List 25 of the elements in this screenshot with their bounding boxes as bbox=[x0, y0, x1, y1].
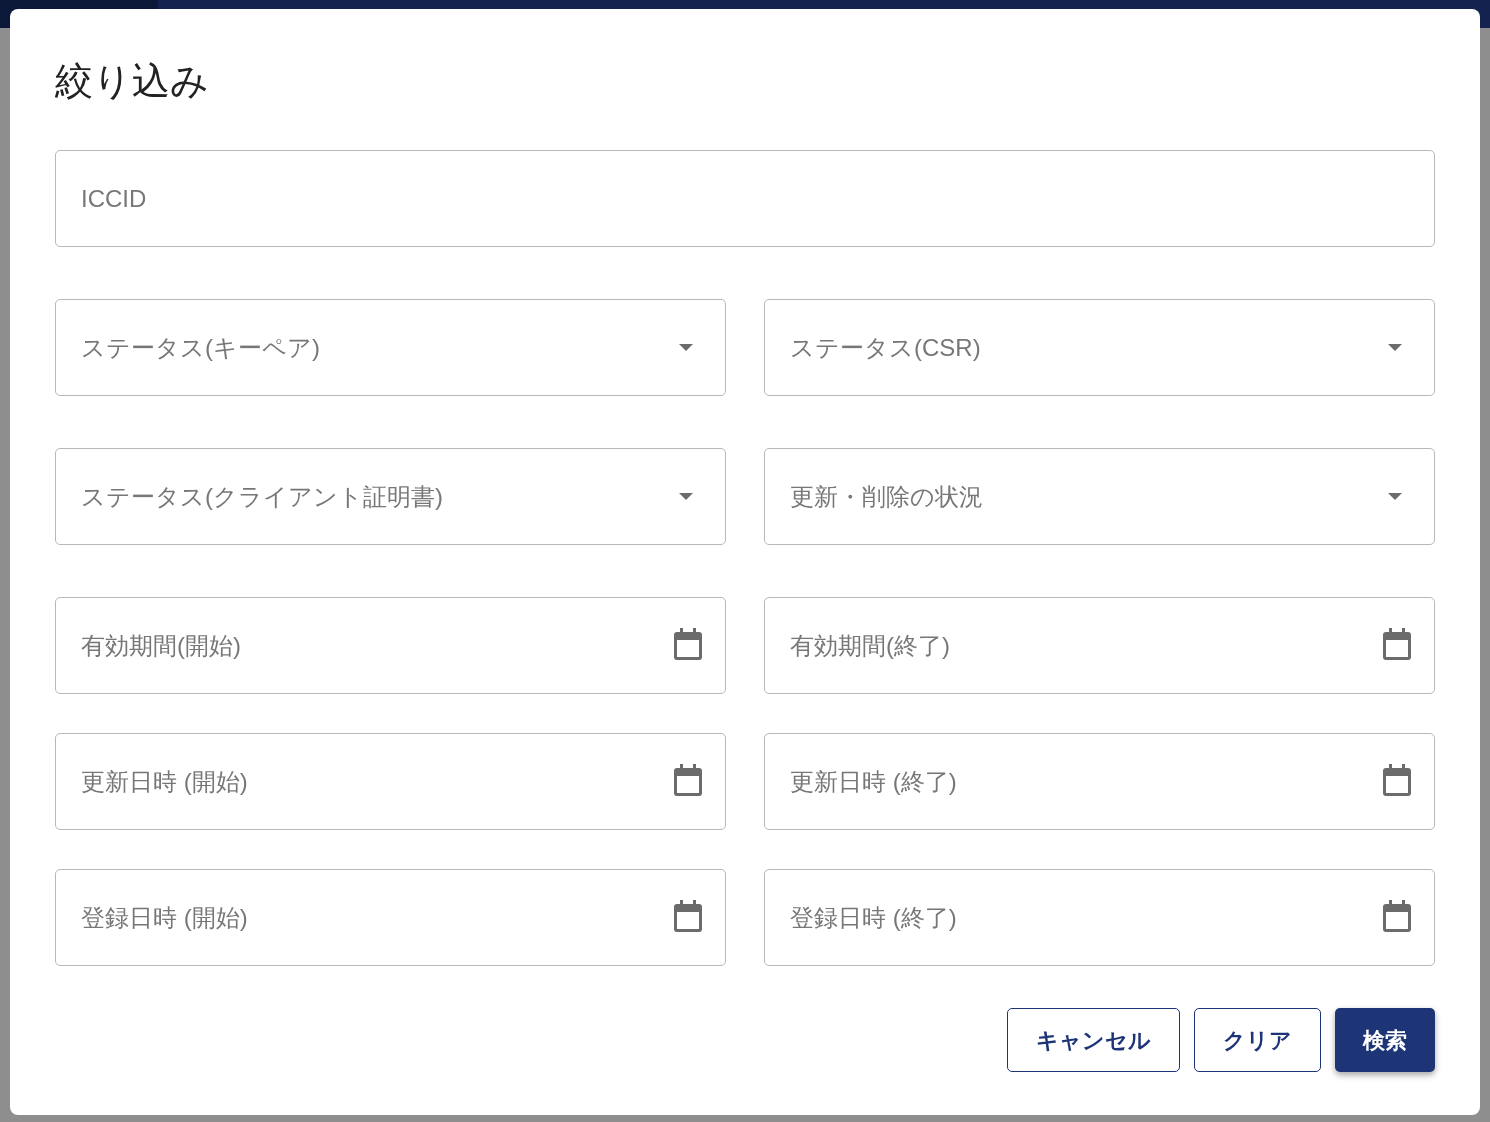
calendar-icon[interactable] bbox=[1383, 764, 1411, 796]
calendar-icon[interactable] bbox=[674, 764, 702, 796]
date-field[interactable]: 更新日時 (開始) bbox=[55, 733, 726, 830]
caret-icon bbox=[1388, 492, 1402, 501]
select-field[interactable]: ステータス(キーペア) bbox=[55, 299, 726, 396]
select-field[interactable]: ステータス(クライアント証明書) bbox=[55, 448, 726, 545]
date-field[interactable]: 登録日時 (開始) bbox=[55, 869, 726, 966]
dialog-title: 絞り込み bbox=[55, 61, 210, 101]
date-field[interactable]: 更新日時 (終了) bbox=[764, 733, 1435, 830]
text-field[interactable]: ICCID bbox=[55, 150, 1435, 247]
dialog-button[interactable]: クリア bbox=[1194, 1008, 1321, 1072]
caret-icon bbox=[1388, 343, 1402, 352]
caret-icon bbox=[679, 343, 693, 352]
dialog-button[interactable]: キャンセル bbox=[1007, 1008, 1180, 1072]
date-field[interactable]: 有効期間(終了) bbox=[764, 597, 1435, 694]
date-field[interactable]: 登録日時 (終了) bbox=[764, 869, 1435, 966]
calendar-icon[interactable] bbox=[674, 900, 702, 932]
caret-icon bbox=[679, 492, 693, 501]
select-field[interactable]: 更新・削除の状況 bbox=[764, 448, 1435, 545]
search-button[interactable]: 検索 bbox=[1335, 1008, 1435, 1072]
calendar-icon[interactable] bbox=[1383, 628, 1411, 660]
calendar-icon[interactable] bbox=[1383, 900, 1411, 932]
date-field[interactable]: 有効期間(開始) bbox=[55, 597, 726, 694]
select-field[interactable]: ステータス(CSR) bbox=[764, 299, 1435, 396]
calendar-icon[interactable] bbox=[674, 628, 702, 660]
